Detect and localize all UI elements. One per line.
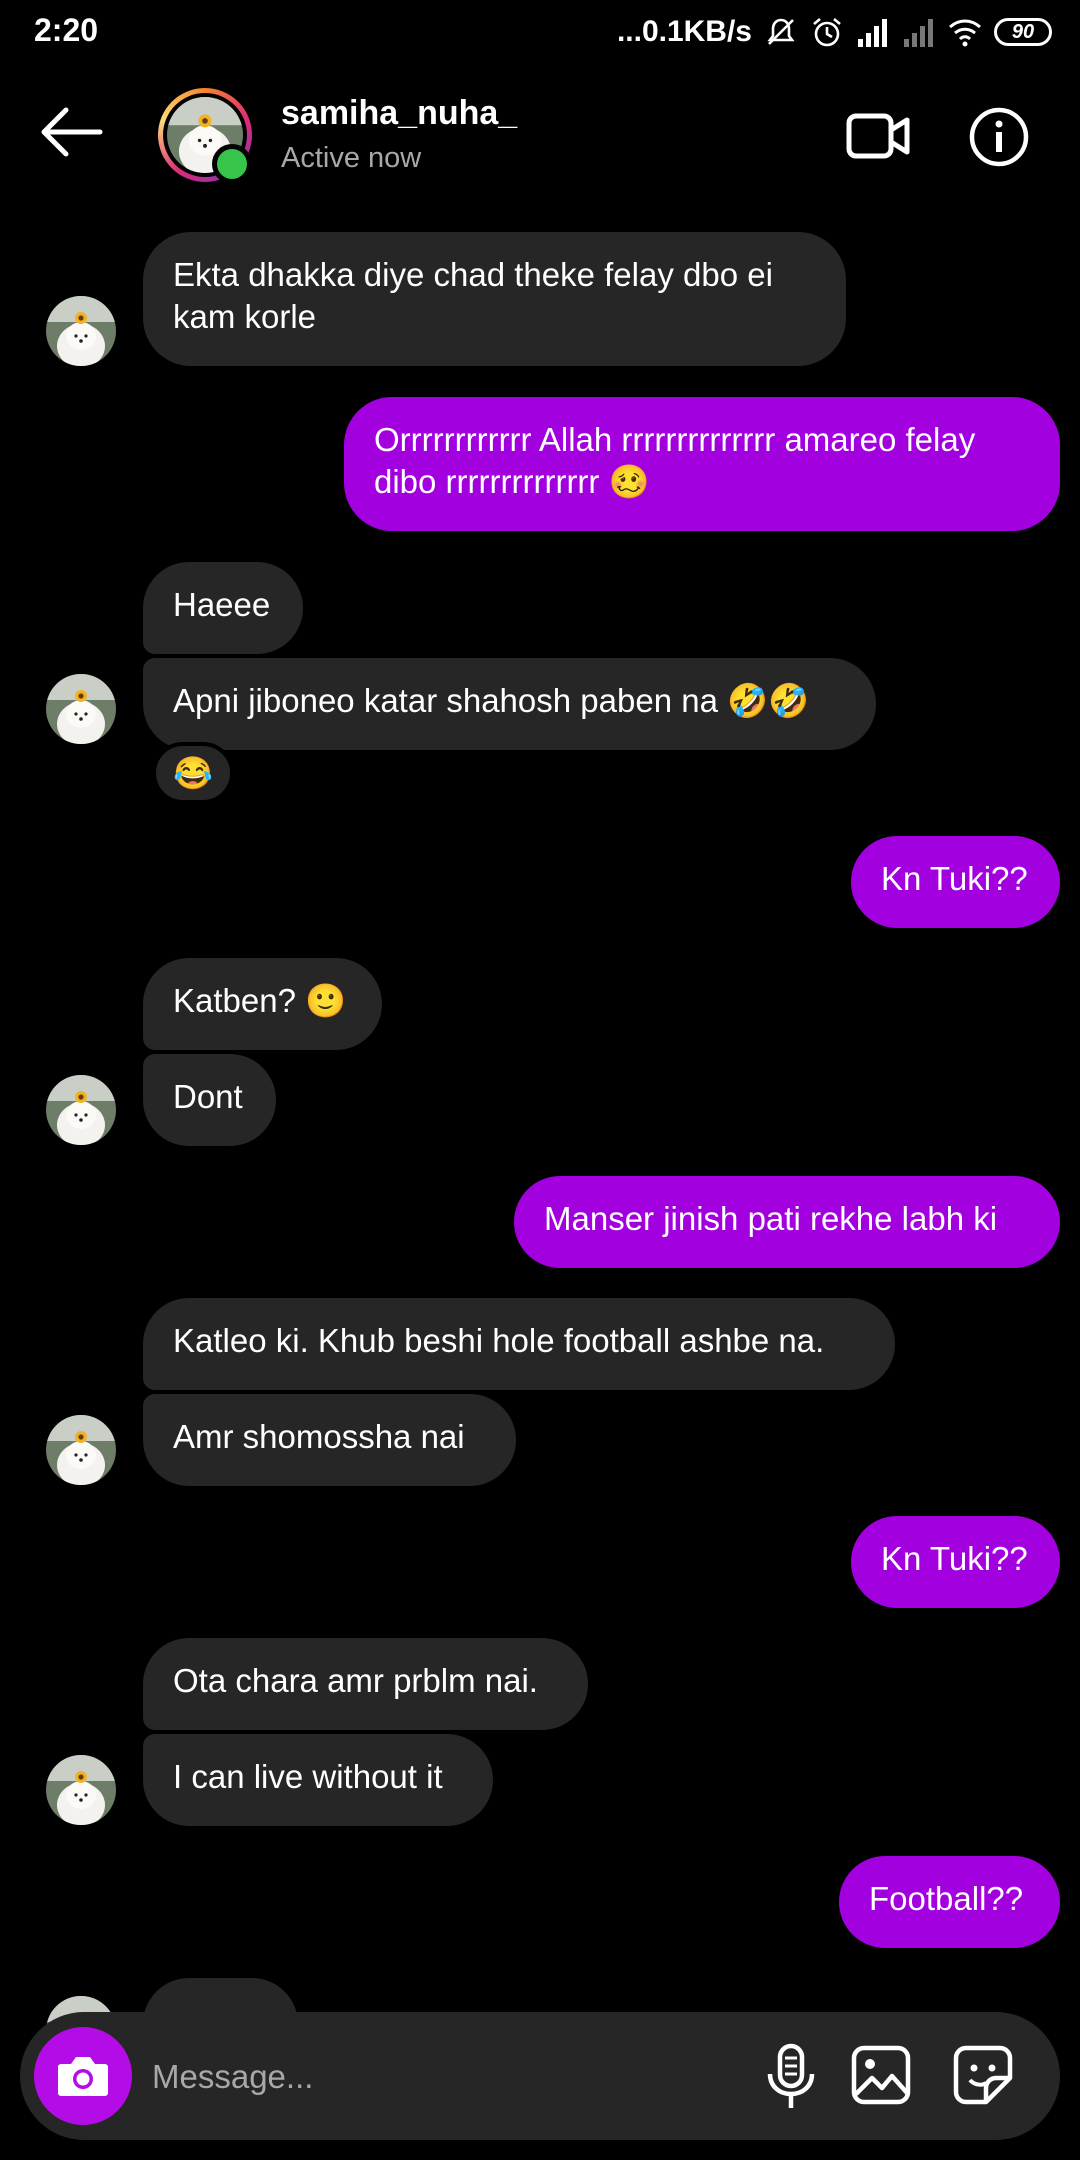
status-time: 2:20 — [34, 12, 99, 48]
video-call-icon[interactable] — [846, 106, 910, 166]
mute-icon — [767, 18, 795, 45]
chat-username[interactable]: samiha_nuha_ — [281, 94, 517, 133]
back-arrow-icon[interactable] — [36, 102, 106, 162]
battery-indicator: 90 — [994, 18, 1052, 46]
message-bubble-incoming[interactable]: Ota chara amr prblm nai. — [143, 1638, 588, 1730]
sender-avatar[interactable] — [46, 296, 116, 366]
wifi-icon — [949, 19, 981, 47]
message-bubble-incoming[interactable]: Haeee — [143, 562, 303, 654]
status-bar: 2:20 ...0.1KB/s 90 — [0, 0, 1080, 62]
message-bubble-incoming[interactable]: Ekta dhakka diye chad theke felay dbo ei… — [143, 232, 846, 366]
sender-avatar[interactable] — [46, 1755, 116, 1825]
message-bubble-incoming[interactable]: Katleo ki. Khub beshi hole football ashb… — [143, 1298, 895, 1390]
status-icons: ...0.1KB/s 90 — [617, 12, 1052, 52]
message-bubble-outgoing[interactable]: Kn Tuki?? — [851, 1516, 1060, 1608]
alarm-icon — [813, 18, 841, 47]
online-indicator — [212, 144, 252, 184]
camera-button[interactable] — [34, 2027, 132, 2125]
camera-icon — [58, 2057, 108, 2096]
message-bubble-outgoing[interactable]: Manser jinish pati rekhe labh ki — [514, 1176, 1060, 1268]
message-input[interactable] — [150, 2048, 714, 2106]
message-bubble-incoming[interactable]: Dont — [143, 1054, 276, 1146]
message-bubble-outgoing[interactable]: Football?? — [839, 1856, 1060, 1948]
microphone-icon[interactable] — [760, 2042, 822, 2112]
signal-weak-icon — [904, 19, 933, 47]
message-bubble-incoming[interactable]: Apni jiboneo katar shahosh paben na 🤣🤣 — [143, 658, 876, 750]
sticker-icon[interactable] — [952, 2044, 1014, 2106]
message-reaction[interactable]: 😂 — [152, 742, 234, 804]
info-icon[interactable] — [968, 106, 1030, 168]
sender-avatar[interactable] — [46, 1415, 116, 1485]
message-bubble-outgoing[interactable]: Orrrrrrrrrrrr Allah rrrrrrrrrrrrrr amare… — [344, 397, 1060, 531]
sender-avatar[interactable] — [46, 1075, 116, 1145]
message-composer — [20, 2012, 1060, 2140]
signal-icon — [858, 19, 887, 47]
message-bubble-incoming[interactable]: Amr shomossha nai — [143, 1394, 516, 1486]
message-bubble-outgoing[interactable]: Kn Tuki?? — [851, 836, 1060, 928]
active-status: Active now — [281, 142, 422, 174]
chat-header: samiha_nuha_ Active now — [0, 62, 1080, 212]
sender-avatar[interactable] — [46, 674, 116, 744]
gallery-icon[interactable] — [850, 2044, 912, 2106]
message-bubble-incoming[interactable]: Katben? 🙂 — [143, 958, 382, 1050]
network-speed: ...0.1KB/s — [616, 15, 752, 48]
message-bubble-incoming[interactable]: I can live without it — [143, 1734, 493, 1826]
